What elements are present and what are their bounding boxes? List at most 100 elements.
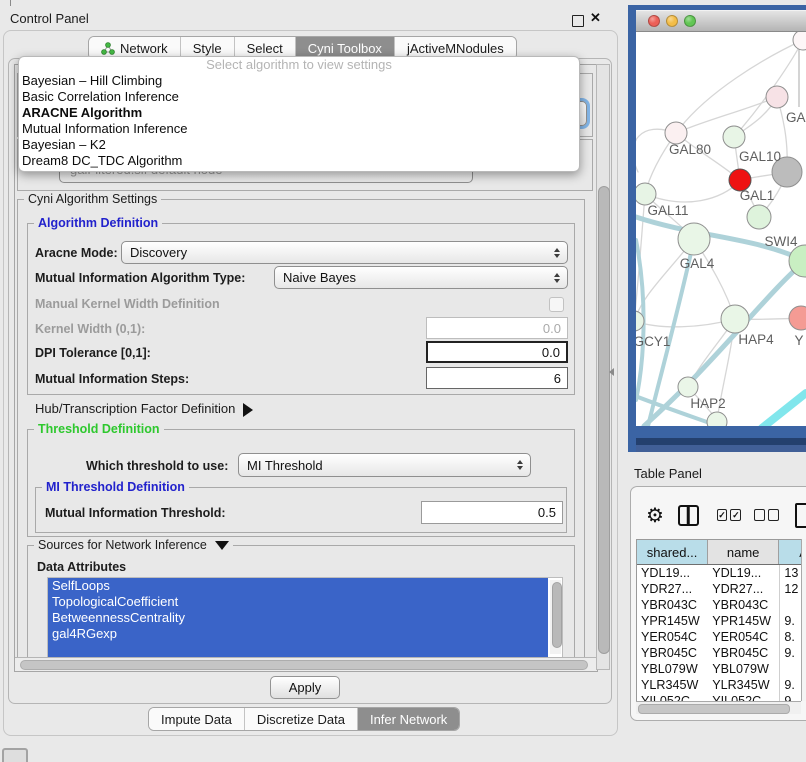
which-threshold-combobox[interactable]: MI Threshold bbox=[238, 453, 531, 477]
settings-horizontal-scrollbar[interactable] bbox=[15, 657, 597, 671]
table-cell: YER054C bbox=[708, 629, 779, 645]
settings-vscrollbar-thumb[interactable] bbox=[598, 186, 610, 654]
network-edge[interactable] bbox=[636, 319, 735, 327]
tab-discretize-data[interactable]: Discretize Data bbox=[245, 708, 358, 730]
mi-threshold-definition-title: MI Threshold Definition bbox=[42, 480, 189, 494]
data-attribute-item[interactable]: BetweennessCentrality bbox=[48, 610, 548, 626]
algorithm-dropdown-item[interactable]: Basic Correlation Inference bbox=[19, 89, 579, 105]
network-view-window[interactable]: GALGAL80GAL10GAL1GAL11SWI4GAL4GCY1HAP4YH… bbox=[628, 5, 806, 452]
network-node[interactable] bbox=[665, 122, 687, 144]
split-columns-icon[interactable] bbox=[678, 505, 699, 526]
network-node[interactable] bbox=[793, 32, 806, 50]
attributes-list-scrollbar[interactable] bbox=[550, 580, 561, 654]
attributes-scrollbar-thumb[interactable] bbox=[552, 582, 562, 648]
network-edge[interactable] bbox=[645, 181, 740, 202]
network-node-label: GAL bbox=[786, 110, 806, 125]
data-attributes-list[interactable]: SelfLoopsTopologicalCoefficientBetweenne… bbox=[47, 577, 563, 659]
dpi-tolerance-label: DPI Tolerance [0,1]: bbox=[35, 346, 151, 360]
column-header-name[interactable]: name bbox=[708, 540, 779, 564]
network-edge[interactable] bbox=[676, 40, 803, 133]
close-window-icon[interactable]: ✕ bbox=[590, 10, 601, 26]
expanded-arrow-icon[interactable] bbox=[215, 541, 229, 550]
checked-checkbox-icon[interactable]: ✓ bbox=[717, 509, 728, 521]
table-panel-title: Table Panel bbox=[634, 466, 702, 481]
network-node-label: GAL11 bbox=[647, 203, 688, 218]
network-node-label: GAL10 bbox=[739, 149, 781, 164]
page-icon[interactable] bbox=[795, 503, 806, 528]
table-row[interactable]: YBR043CYBR043C bbox=[637, 597, 806, 613]
table-body: YDL19...YDL19...13YDR27...YDR27...12YBR0… bbox=[637, 565, 806, 701]
network-node[interactable] bbox=[747, 205, 771, 229]
data-attribute-item[interactable] bbox=[48, 642, 548, 658]
minimize-traffic-light[interactable] bbox=[666, 15, 678, 27]
algorithm-dropdown-item[interactable]: Mutual Information Inference bbox=[19, 121, 579, 137]
unchecked-checkbox-icon[interactable] bbox=[768, 509, 779, 521]
bottom-left-partial-button[interactable] bbox=[2, 748, 28, 762]
data-attribute-item[interactable]: gal4RGexp bbox=[48, 626, 548, 642]
network-window-titlebar[interactable] bbox=[636, 10, 806, 32]
float-window-icon[interactable] bbox=[572, 15, 584, 27]
hub-section-toggle[interactable]: Hub/Transcription Factor Definition bbox=[35, 401, 253, 417]
threshold-definition-title: Threshold Definition bbox=[34, 422, 164, 436]
table-hscrollbar-thumb[interactable] bbox=[638, 704, 790, 714]
table-row[interactable]: YBL079WYBL079W bbox=[637, 661, 806, 677]
data-attributes-label: Data Attributes bbox=[37, 560, 126, 574]
network-node[interactable] bbox=[636, 183, 656, 205]
close-traffic-light[interactable] bbox=[648, 15, 660, 27]
tab-infer-network[interactable]: Infer Network bbox=[358, 708, 459, 730]
column-header-shared-name[interactable]: shared... bbox=[637, 540, 708, 564]
algorithm-dropdown-item[interactable]: ARACNE Algorithm bbox=[19, 105, 579, 121]
network-node[interactable] bbox=[721, 305, 749, 333]
combo-stepper-icon bbox=[554, 248, 560, 258]
zoom-traffic-light[interactable] bbox=[684, 15, 696, 27]
data-attribute-item[interactable]: SelfLoops bbox=[48, 578, 548, 594]
network-node-label: GCY1 bbox=[636, 334, 670, 349]
unchecked-checkbox-icon[interactable] bbox=[754, 509, 765, 521]
gear-icon[interactable]: ⚙ bbox=[646, 503, 664, 528]
network-node[interactable] bbox=[678, 223, 710, 255]
table-cell: YBR045C bbox=[708, 645, 779, 661]
network-canvas[interactable]: GALGAL80GAL10GAL1GAL11SWI4GAL4GCY1HAP4YH… bbox=[636, 32, 806, 426]
table-row[interactable]: YDL19...YDL19...13 bbox=[637, 565, 806, 581]
tab-impute-data[interactable]: Impute Data bbox=[149, 708, 245, 730]
network-node-label: HAP2 bbox=[690, 396, 725, 411]
table-header-row: shared... name A bbox=[637, 540, 806, 565]
apply-button[interactable]: Apply bbox=[270, 676, 340, 699]
network-node[interactable] bbox=[707, 412, 727, 426]
table-row[interactable]: YBR045CYBR045C9. bbox=[637, 645, 806, 661]
mi-steps-input[interactable]: 6 bbox=[426, 367, 568, 389]
settings-hscrollbar-thumb[interactable] bbox=[20, 660, 588, 670]
combo-stepper-icon bbox=[554, 273, 560, 283]
collapsed-arrow-icon[interactable] bbox=[243, 403, 253, 417]
table-row[interactable]: YIL052CYIL052C9 bbox=[637, 693, 806, 701]
network-node[interactable] bbox=[766, 86, 788, 108]
table-horizontal-scrollbar[interactable] bbox=[636, 701, 801, 714]
aracne-mode-combobox[interactable]: Discovery bbox=[121, 241, 568, 264]
table-cell: YPR145W bbox=[637, 613, 708, 629]
splitter-handle[interactable] bbox=[609, 368, 614, 376]
table-row[interactable]: YER054CYER054C8. bbox=[637, 629, 806, 645]
manual-kernel-width-label: Manual Kernel Width Definition bbox=[35, 297, 220, 311]
algorithm-definition-title: Algorithm Definition bbox=[34, 216, 162, 230]
network-node-label: GAL4 bbox=[680, 256, 715, 271]
data-attribute-item[interactable]: TopologicalCoefficient bbox=[48, 594, 548, 610]
algorithm-dropdown-item[interactable]: Bayesian – K2 bbox=[19, 137, 579, 153]
dpi-tolerance-input[interactable]: 0.0 bbox=[426, 341, 568, 363]
network-edge[interactable] bbox=[762, 393, 806, 426]
mi-algorithm-type-combobox[interactable]: Naive Bayes bbox=[274, 266, 568, 289]
table-vertical-scrollbar[interactable] bbox=[801, 539, 806, 701]
checked-checkbox-icon[interactable]: ✓ bbox=[730, 509, 741, 521]
network-node-label: HAP4 bbox=[738, 332, 774, 347]
table-row[interactable]: YDR27...YDR27...12 bbox=[637, 581, 806, 597]
sources-title[interactable]: Sources for Network Inference bbox=[34, 538, 233, 552]
network-node[interactable] bbox=[789, 306, 806, 330]
table-row[interactable]: YLR345WYLR345W9. bbox=[637, 677, 806, 693]
table-row[interactable]: YPR145WYPR145W9. bbox=[637, 613, 806, 629]
network-node[interactable] bbox=[678, 377, 698, 397]
mi-threshold-input[interactable]: 0.5 bbox=[421, 501, 563, 524]
algorithm-dropdown[interactable]: Select algorithm to view settings Bayesi… bbox=[18, 56, 580, 172]
algorithm-dropdown-item[interactable]: Dream8 DC_TDC Algorithm bbox=[19, 153, 579, 169]
algorithm-dropdown-list: Bayesian – Hill ClimbingBasic Correlatio… bbox=[19, 73, 579, 169]
network-node[interactable] bbox=[723, 126, 745, 148]
algorithm-dropdown-item[interactable]: Bayesian – Hill Climbing bbox=[19, 73, 579, 89]
